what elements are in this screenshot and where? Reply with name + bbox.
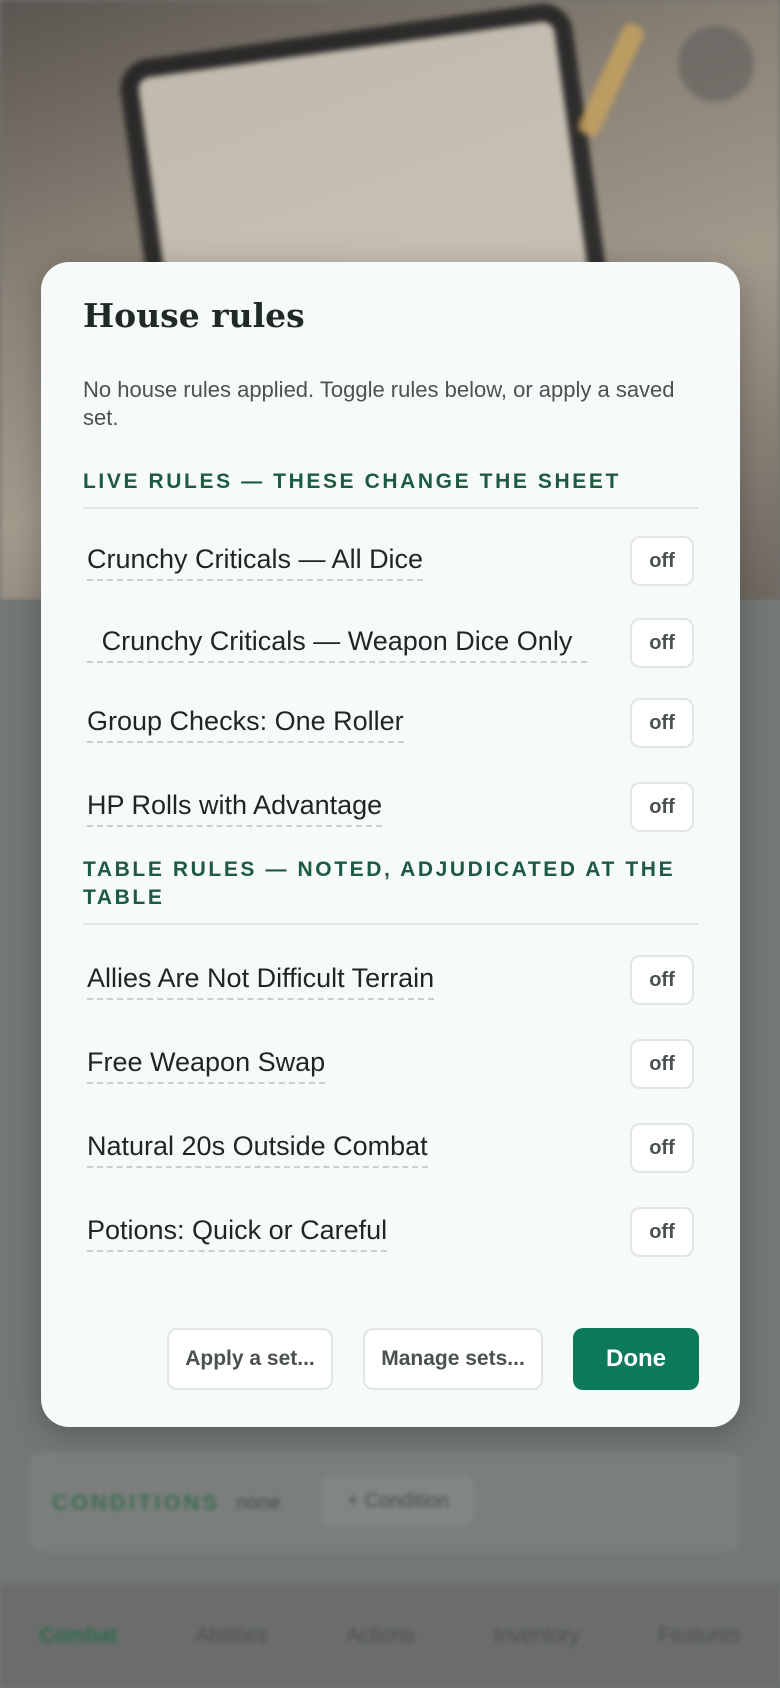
tab-abilities: Abilities: [195, 1624, 268, 1647]
rule-toggle[interactable]: off: [630, 698, 694, 748]
rule-row-hp-advantage: HP Rolls with Advantage off: [83, 782, 698, 832]
rule-toggle[interactable]: off: [630, 618, 694, 668]
photo-close-icon: [678, 26, 754, 102]
rule-label: HP Rolls with Advantage: [87, 787, 383, 827]
rule-row-group-checks: Group Checks: One Roller off: [83, 698, 698, 748]
rule-label: Free Weapon Swap: [87, 1044, 326, 1084]
house-rules-dialog: House rules No house rules applied. Togg…: [41, 262, 740, 1427]
tab-combat: Combat: [39, 1624, 118, 1647]
conditions-value: none: [236, 1492, 281, 1514]
rule-row-crunchy-all: Crunchy Criticals — All Dice off: [83, 536, 698, 586]
rule-label: Potions: Quick or Careful: [87, 1212, 388, 1252]
rule-label: Crunchy Criticals — Weapon Dice Only: [87, 623, 587, 663]
apply-set-button[interactable]: Apply a set...: [167, 1328, 333, 1390]
table-rules-heading: TABLE RULES — NOTED, ADJUDICATED AT THE …: [83, 856, 698, 925]
photo-pencil: [575, 20, 647, 140]
rule-row-potions: Potions: Quick or Careful off: [83, 1207, 698, 1257]
rule-toggle[interactable]: off: [630, 955, 694, 1005]
tab-features: Features: [657, 1624, 741, 1647]
add-condition-button: + Condition: [322, 1476, 474, 1526]
rule-row-weapon-swap: Free Weapon Swap off: [83, 1039, 698, 1089]
rule-toggle[interactable]: off: [630, 1207, 694, 1257]
rule-label: Natural 20s Outside Combat: [87, 1128, 428, 1168]
rule-toggle[interactable]: off: [630, 1123, 694, 1173]
tab-inventory: Inventory: [493, 1624, 580, 1647]
dialog-title: House rules: [83, 296, 305, 335]
rule-label: Group Checks: One Roller: [87, 703, 404, 743]
manage-sets-button[interactable]: Manage sets...: [363, 1328, 543, 1390]
rule-row-crunchy-weapon: Crunchy Criticals — Weapon Dice Only off: [83, 618, 698, 668]
conditions-label: CONDITIONS: [52, 1490, 221, 1515]
rule-row-natural-20s: Natural 20s Outside Combat off: [83, 1123, 698, 1173]
bottom-tab-bar: Combat Abilities Actions Inventory Featu…: [0, 1584, 780, 1688]
done-button[interactable]: Done: [573, 1328, 699, 1390]
tab-actions: Actions: [346, 1624, 416, 1647]
rule-toggle[interactable]: off: [630, 1039, 694, 1089]
dialog-footer: Apply a set... Manage sets... Done: [167, 1328, 699, 1390]
live-rules-heading: LIVE RULES — THESE CHANGE THE SHEET: [83, 468, 698, 509]
rule-row-allies-terrain: Allies Are Not Difficult Terrain off: [83, 955, 698, 1005]
rule-toggle[interactable]: off: [630, 536, 694, 586]
rule-label: Allies Are Not Difficult Terrain: [87, 960, 435, 1000]
rule-toggle[interactable]: off: [630, 782, 694, 832]
dialog-subtitle: No house rules applied. Toggle rules bel…: [83, 377, 675, 430]
rule-label: Crunchy Criticals — All Dice: [87, 541, 424, 581]
